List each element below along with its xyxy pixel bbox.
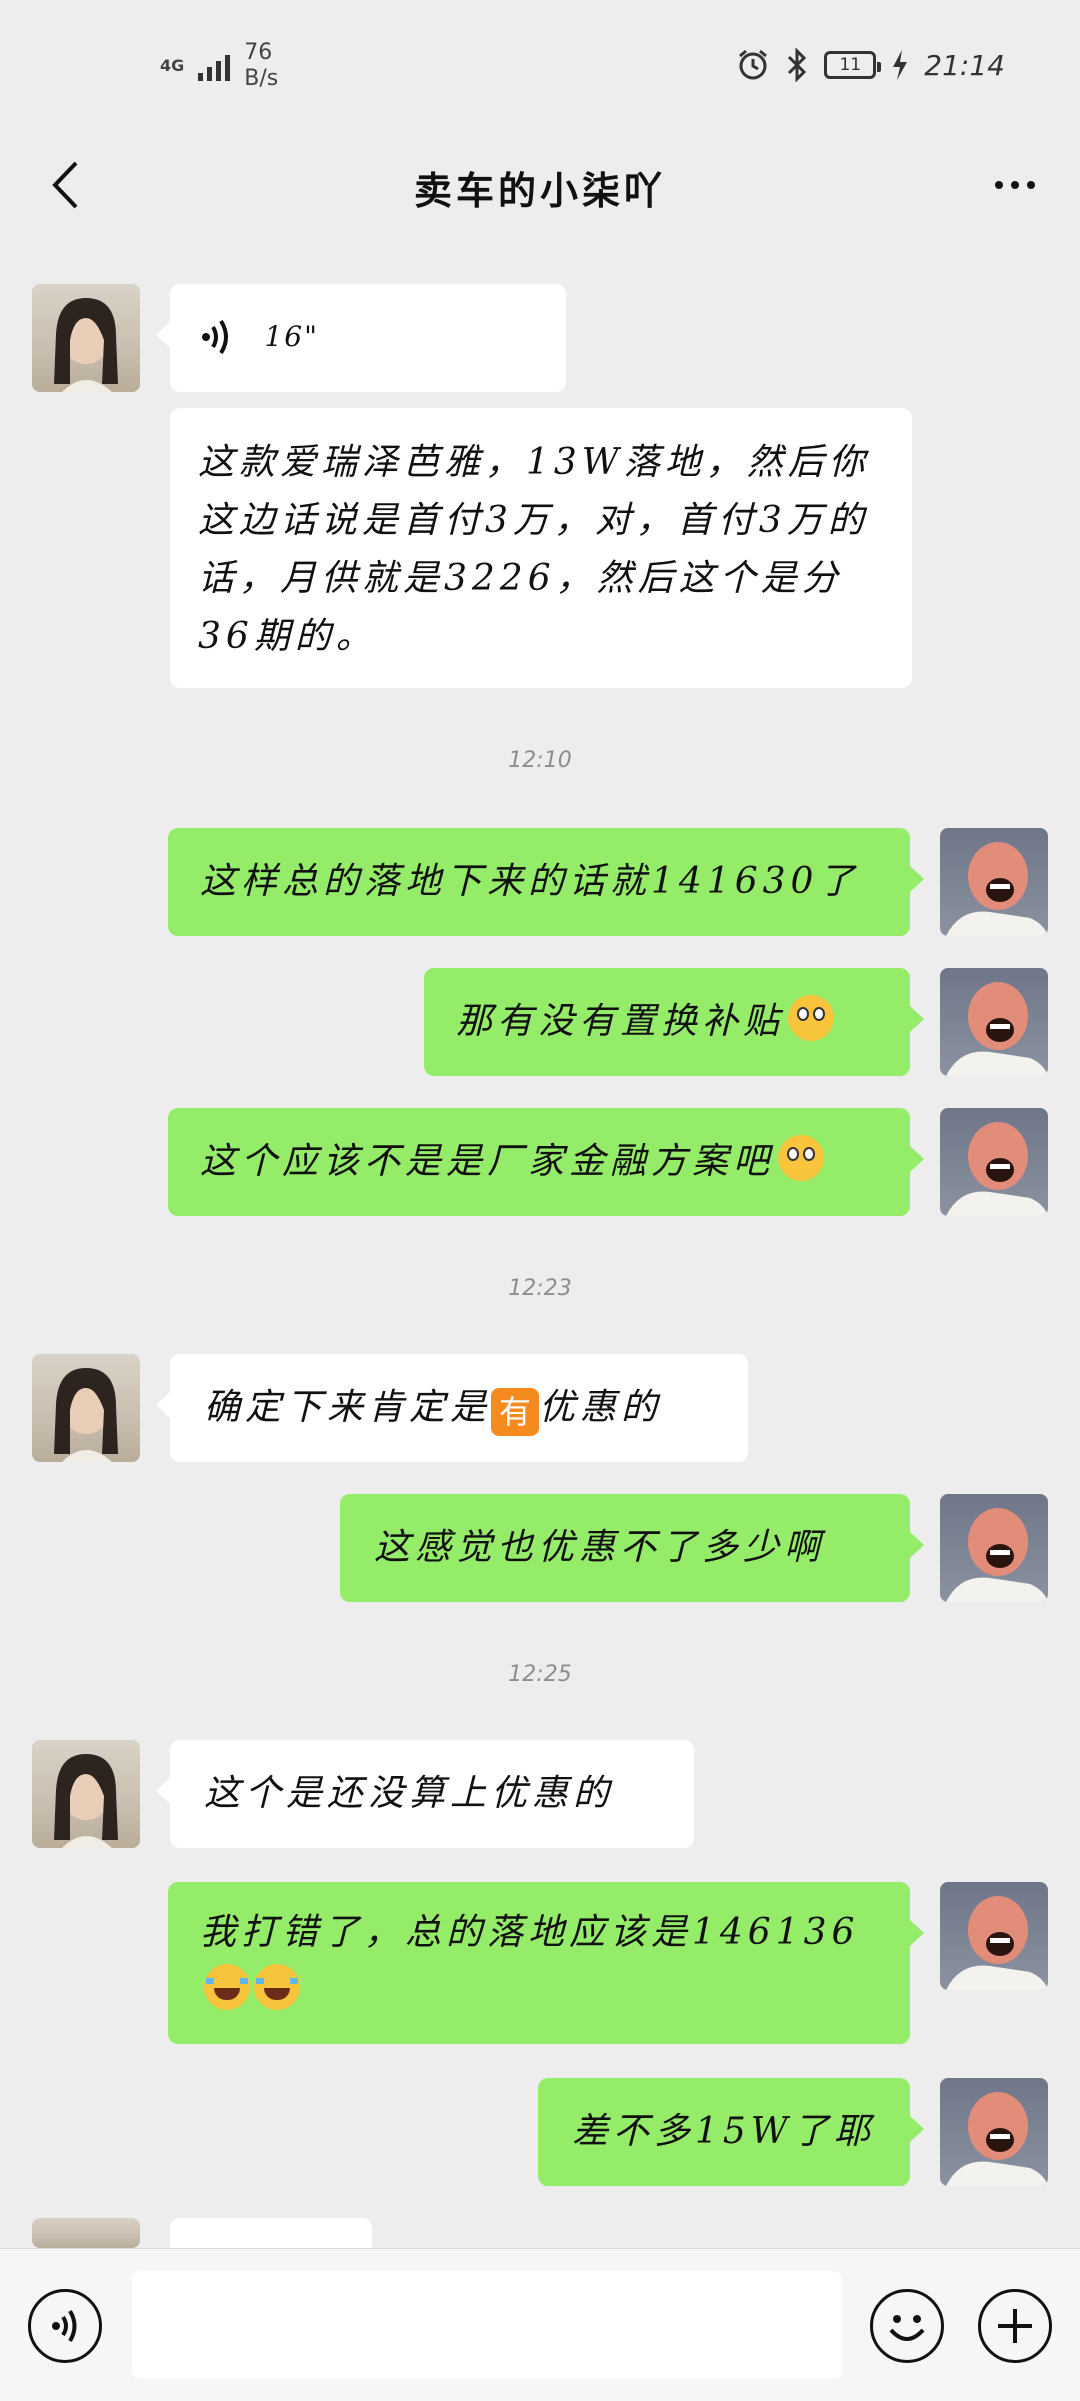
flushed-face-emoji	[778, 1135, 825, 1181]
voice-icon	[52, 2309, 77, 2343]
timestamp: 12:10	[508, 748, 572, 773]
message-text-after: 优惠的	[539, 1387, 663, 1428]
message-bubble[interactable]: 这样总的落地下来的话就141630了	[168, 828, 924, 936]
contact-avatar[interactable]	[32, 1740, 140, 1848]
message-bubble[interactable]: 这个应该不是是厂家金融方案吧	[168, 1108, 924, 1216]
battery-level: 11	[839, 55, 862, 75]
my-avatar[interactable]	[940, 2078, 1048, 2186]
clock: 21:14	[924, 48, 1005, 82]
network-type: 4G	[160, 56, 185, 75]
bluetooth-icon	[788, 48, 807, 82]
message-text: 我打错了，总的落地应该是146136	[200, 1912, 860, 1953]
alarm-icon	[739, 49, 768, 80]
message-bubble[interactable]: 我打错了，总的落地应该是146136	[168, 1882, 924, 2044]
timestamp: 12:25	[508, 1662, 572, 1687]
contact-avatar[interactable]	[32, 284, 140, 392]
status-right: 11 21:14	[736, 48, 1005, 82]
flushed-face-emoji	[788, 995, 835, 1041]
page-title: 卖车的小柒吖	[413, 169, 666, 213]
chat-header: 卖车的小柒吖	[0, 130, 1080, 240]
my-avatar[interactable]	[940, 1494, 1048, 1602]
message-text: 这个应该不是是厂家金融方案吧	[200, 1141, 775, 1182]
message-text: 这款爱瑞泽芭雅，13W落地，然后你这边话说是首付3万，对，首付3万的话，月供就是…	[198, 442, 870, 657]
message-bubble[interactable]: 这个是还没算上优惠的	[156, 1740, 694, 1848]
you-emoji-badge: 有	[491, 1388, 540, 1436]
status-left: 4G 76 B/s	[160, 40, 278, 92]
signal-icon	[198, 51, 231, 81]
battery-icon: 11	[824, 51, 882, 79]
voice-input-button[interactable]	[28, 2289, 102, 2363]
status-bar: 4G 76 B/s 11 21:14	[0, 0, 1080, 130]
speed-value: 76	[244, 40, 273, 65]
tears-of-joy-emoji	[254, 1964, 300, 2010]
voice-message[interactable]: 16"	[156, 284, 566, 392]
contact-avatar[interactable]	[32, 1354, 140, 1462]
my-avatar[interactable]	[940, 968, 1048, 1076]
message-bubble[interactable]: 这感觉也优惠不了多少啊	[340, 1494, 924, 1602]
message-bubble[interactable]: 差不多15W了耶	[538, 2078, 924, 2186]
more-dots-icon	[991, 181, 1039, 189]
message-bubble-partial[interactable]	[170, 2218, 372, 2248]
message-text: 确定下来肯定是	[204, 1387, 492, 1428]
message-text: 这个是还没算上优惠的	[204, 1773, 615, 1814]
message-bubble[interactable]: 那有没有置换补贴	[424, 968, 924, 1076]
more-button[interactable]	[980, 150, 1050, 220]
my-avatar[interactable]	[940, 1882, 1048, 1990]
message-text: 那有没有置换补贴	[456, 1001, 785, 1042]
charging-icon	[893, 50, 908, 80]
message-text: 这样总的落地下来的话就141630了	[200, 861, 860, 902]
smiley-icon	[889, 2315, 925, 2341]
my-avatar[interactable]	[940, 1108, 1048, 1216]
timestamp: 12:23	[508, 1276, 572, 1301]
speed-unit: B/s	[244, 66, 279, 91]
message-bubble[interactable]: 确定下来肯定是有优惠的	[156, 1354, 748, 1462]
message-text: 这感觉也优惠不了多少啊	[374, 1527, 826, 1568]
input-bar	[0, 2248, 1080, 2401]
message-input[interactable]	[132, 2271, 842, 2379]
network-speed: 76 B/s	[244, 40, 278, 92]
voice-playback-icon	[202, 319, 228, 355]
tears-of-joy-emoji	[204, 1964, 250, 2010]
emoji-button[interactable]	[870, 2289, 944, 2363]
message-text: 差不多15W了耶	[572, 2111, 875, 2152]
voice-duration: 16"	[264, 320, 319, 353]
my-avatar[interactable]	[940, 828, 1048, 936]
plus-button[interactable]	[978, 2289, 1052, 2363]
message-bubble[interactable]: 这款爱瑞泽芭雅，13W落地，然后你这边话说是首付3万，对，首付3万的话，月供就是…	[170, 408, 912, 688]
contact-avatar[interactable]	[32, 2218, 140, 2248]
